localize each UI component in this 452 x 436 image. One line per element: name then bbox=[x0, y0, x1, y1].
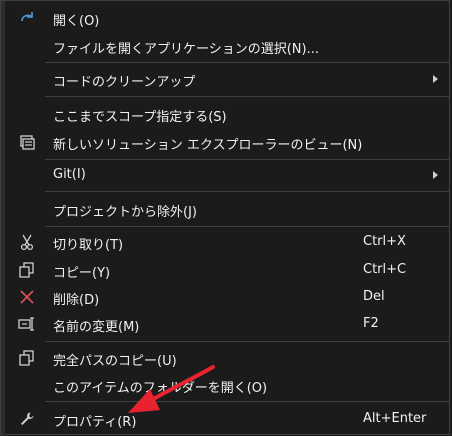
menu-item-label: 開く(O) bbox=[53, 14, 100, 29]
menu-separator bbox=[45, 341, 449, 342]
menu-item-rename[interactable]: 名前の変更(M) F2 bbox=[1, 311, 451, 337]
cut-icon bbox=[18, 233, 36, 251]
menu-separator bbox=[45, 159, 449, 160]
menu-item-label: プロジェクトから除外(J) bbox=[53, 205, 197, 220]
delete-icon bbox=[18, 288, 36, 306]
menu-item-label: 削除(D) bbox=[53, 293, 100, 308]
menu-separator bbox=[45, 226, 449, 227]
copy-path-icon bbox=[18, 349, 36, 367]
menu-item-label: Git(I) bbox=[53, 167, 86, 182]
menu-item-label: このアイテムのフォルダーを開く(O) bbox=[53, 381, 268, 396]
menu-item-copy-full-path[interactable]: 完全パスのコピー(U) bbox=[1, 345, 451, 371]
menu-item-open-with[interactable]: ファイルを開くアプリケーションの選択(N)... bbox=[1, 33, 451, 59]
menu-item-label: ここまでスコープ指定する(S) bbox=[53, 110, 227, 125]
menu-item-label: 完全パスのコピー(U) bbox=[53, 354, 177, 369]
submenu-arrow-icon bbox=[433, 171, 438, 179]
menu-item-exclude-from-project[interactable]: プロジェクトから除外(J) bbox=[1, 196, 451, 222]
wrench-icon bbox=[18, 410, 36, 428]
menu-separator bbox=[45, 62, 449, 63]
menu-item-open[interactable]: 開く(O) bbox=[1, 5, 451, 31]
menu-item-scope-to-this[interactable]: ここまでスコープ指定する(S) bbox=[1, 101, 451, 127]
menu-separator bbox=[45, 96, 449, 97]
menu-item-shortcut: Ctrl+X bbox=[363, 234, 406, 249]
menu-separator bbox=[45, 401, 449, 402]
menu-item-shortcut: F2 bbox=[363, 316, 379, 331]
menu-item-label: 名前の変更(M) bbox=[53, 320, 140, 335]
menu-item-properties[interactable]: プロパティ(R) Alt+Enter bbox=[1, 406, 451, 432]
menu-item-label: コピー(Y) bbox=[53, 266, 111, 281]
solution-explorer-view-icon bbox=[18, 133, 36, 151]
menu-item-new-solution-explorer-view[interactable]: 新しいソリューション エクスプローラーのビュー(N) bbox=[1, 129, 451, 155]
menu-item-copy[interactable]: コピー(Y) Ctrl+C bbox=[1, 257, 451, 283]
menu-item-shortcut: Ctrl+C bbox=[363, 262, 407, 277]
menu-separator bbox=[45, 191, 449, 192]
copy-icon bbox=[18, 261, 36, 279]
menu-item-label: 切り取り(T) bbox=[53, 238, 124, 253]
menu-item-code-cleanup[interactable]: コードのクリーンアップ bbox=[1, 66, 451, 92]
menu-item-label: 新しいソリューション エクスプローラーのビュー(N) bbox=[53, 138, 363, 153]
rename-icon bbox=[18, 315, 36, 333]
menu-item-delete[interactable]: 削除(D) Del bbox=[1, 284, 451, 310]
menu-item-open-containing-folder[interactable]: このアイテムのフォルダーを開く(O) bbox=[1, 372, 451, 398]
menu-item-shortcut: Del bbox=[363, 289, 385, 304]
context-menu: 開く(O) ファイルを開くアプリケーションの選択(N)... コードのクリーンア… bbox=[0, 0, 451, 436]
menu-item-label: コードのクリーンアップ bbox=[53, 75, 196, 90]
menu-item-git[interactable]: Git(I) bbox=[1, 162, 451, 188]
menu-item-cut[interactable]: 切り取り(T) Ctrl+X bbox=[1, 229, 451, 255]
menu-item-label: ファイルを開くアプリケーションの選択(N)... bbox=[53, 42, 320, 57]
menu-item-label: プロパティ(R) bbox=[53, 415, 137, 430]
menu-item-shortcut: Alt+Enter bbox=[363, 411, 427, 426]
redo-arrow-icon bbox=[18, 9, 36, 27]
submenu-arrow-icon bbox=[433, 75, 438, 83]
